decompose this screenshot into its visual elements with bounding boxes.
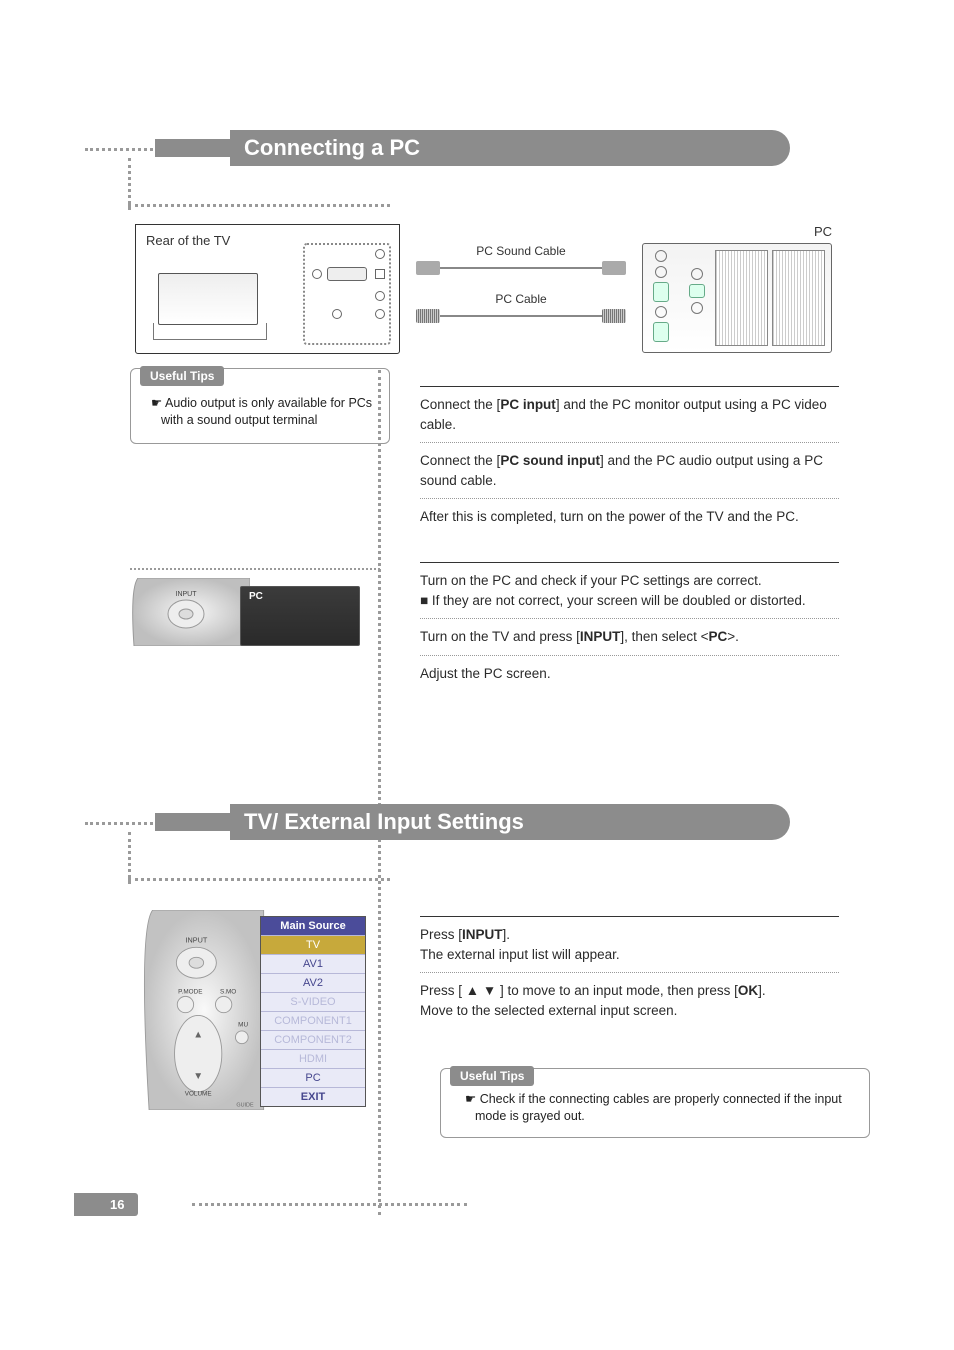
section-title: Connecting a PC (230, 130, 790, 166)
port-panel-callout (303, 243, 391, 345)
tv-rear-panel: Rear of the TV (135, 224, 400, 354)
menu-item: COMPONENT1 (261, 1011, 365, 1030)
menu-item: EXIT (261, 1087, 365, 1106)
section-title: TV/ External Input Settings (230, 804, 790, 840)
port-icon (375, 309, 385, 319)
audio-jack-icon (312, 269, 322, 279)
dotted-divider-horizontal (128, 878, 390, 881)
instruction-step: Turn on the TV and press [INPUT], then s… (420, 627, 839, 647)
port-icon (332, 309, 342, 319)
port-icon (689, 284, 705, 298)
dotted-divider-vertical (128, 158, 131, 210)
menu-item: COMPONENT2 (261, 1030, 365, 1049)
menu-item: S-VIDEO (261, 992, 365, 1011)
vga-plug-icon (602, 309, 626, 323)
useful-tips-label: Useful Tips (140, 366, 224, 386)
tv-screen-illustration: PC (240, 586, 360, 646)
scart-port-icon (772, 250, 825, 346)
instruction-step: Turn on the PC and check if your PC sett… (420, 571, 839, 591)
instruction-step: Press [INPUT]. (420, 925, 839, 945)
menu-item: HDMI (261, 1049, 365, 1068)
tv-back-illustration (158, 273, 258, 325)
section-heading: Connecting a PC (155, 130, 790, 166)
svg-text:INPUT: INPUT (185, 936, 207, 945)
svg-text:▼: ▼ (193, 1071, 203, 1082)
tip-text: ☛ Audio output is only available for PCs… (151, 395, 377, 429)
port-icon (691, 268, 703, 280)
jack-plug-icon (602, 261, 626, 275)
remote-menu-figure: INPUT P.MODE S.MO MU ▲ ▼ VOLUME GUIDE Ma… (130, 910, 370, 1110)
vga-port-icon (653, 282, 669, 302)
vga-port-icon (327, 267, 367, 281)
cable-illustration: PC Sound Cable PC Cable (416, 248, 626, 338)
remote-illustration: INPUT (130, 578, 250, 646)
menu-item: TV (261, 935, 365, 954)
input-button-label: INPUT (176, 591, 198, 598)
svg-text:GUIDE: GUIDE (236, 1102, 254, 1108)
audio-jack-icon (375, 249, 385, 259)
pc-video-cable: PC Cable (416, 306, 626, 328)
svg-text:P.MODE: P.MODE (178, 989, 202, 996)
pc-rear-panel: PC (642, 224, 832, 353)
instruction-note: The external input list will appear. (420, 945, 839, 965)
pc-back-illustration (642, 243, 832, 353)
connection-diagram: Rear of the TV PC Sound Cable (135, 224, 832, 354)
port-icon (691, 302, 703, 314)
useful-tips-box: Useful Tips ☛ Check if the connecting ca… (440, 1068, 870, 1138)
svg-text:MU: MU (238, 1021, 248, 1028)
audio-jack-icon (655, 250, 667, 262)
audio-jack-icon (655, 266, 667, 278)
section-heading: TV/ External Input Settings (155, 804, 790, 840)
remote-figure: INPUT PC (130, 568, 365, 676)
cable-label: PC Sound Cable (416, 244, 626, 258)
svg-text:S.MO: S.MO (220, 989, 236, 996)
svg-text:▲: ▲ (193, 1029, 203, 1040)
jack-plug-icon (416, 261, 440, 275)
instruction-step: Press [ ▲ ▼ ] to move to an input mode, … (420, 981, 839, 1001)
dotted-divider-vertical (378, 370, 381, 1215)
instruction-step: Connect the [PC input] and the PC monito… (420, 395, 839, 434)
instruction-step: Connect the [PC sound input] and the PC … (420, 451, 839, 490)
vga-port-icon (653, 322, 669, 342)
instruction-block: Turn on the PC and check if your PC sett… (420, 556, 839, 683)
instruction-note: Move to the selected external input scre… (420, 1001, 839, 1021)
screen-mode-tag: PC (249, 591, 263, 602)
audio-jack-icon (375, 291, 385, 301)
vga-plug-icon (416, 309, 440, 323)
port-icon (375, 269, 385, 279)
dotted-divider-horizontal (128, 204, 390, 207)
up-down-icon: ▲ ▼ (466, 983, 496, 998)
instruction-step: After this is completed, turn on the pow… (420, 507, 839, 527)
instruction-note: ■ If they are not correct, your screen w… (420, 591, 839, 611)
instruction-block: Press [INPUT]. The external input list w… (420, 910, 839, 1020)
useful-tips-box: Useful Tips ☛ Audio output is only avail… (130, 368, 390, 444)
port-icon (655, 306, 667, 318)
menu-title: Main Source (261, 917, 365, 935)
menu-item: AV1 (261, 954, 365, 973)
main-source-menu: Main Source TVAV1AV2S-VIDEOCOMPONENT1COM… (260, 916, 366, 1107)
menu-item: PC (261, 1068, 365, 1087)
pc-sound-cable: PC Sound Cable (416, 258, 626, 280)
pc-label: PC (642, 224, 832, 239)
cable-label: PC Cable (416, 292, 626, 306)
instruction-block: Connect the [PC input] and the PC monito… (420, 380, 839, 527)
instruction-step: Adjust the PC screen. (420, 664, 839, 684)
tip-text: ☛ Check if the connecting cables are pro… (465, 1091, 855, 1125)
scart-port-icon (715, 250, 768, 346)
dotted-divider-vertical (128, 832, 131, 884)
remote-illustration: INPUT P.MODE S.MO MU ▲ ▼ VOLUME GUIDE (130, 910, 270, 1110)
manual-page: Connecting a PC Rear of the TV (0, 0, 954, 1350)
svg-text:VOLUME: VOLUME (185, 1090, 212, 1097)
useful-tips-label: Useful Tips (450, 1066, 534, 1086)
menu-item: AV2 (261, 973, 365, 992)
page-number: 16 (74, 1193, 138, 1216)
